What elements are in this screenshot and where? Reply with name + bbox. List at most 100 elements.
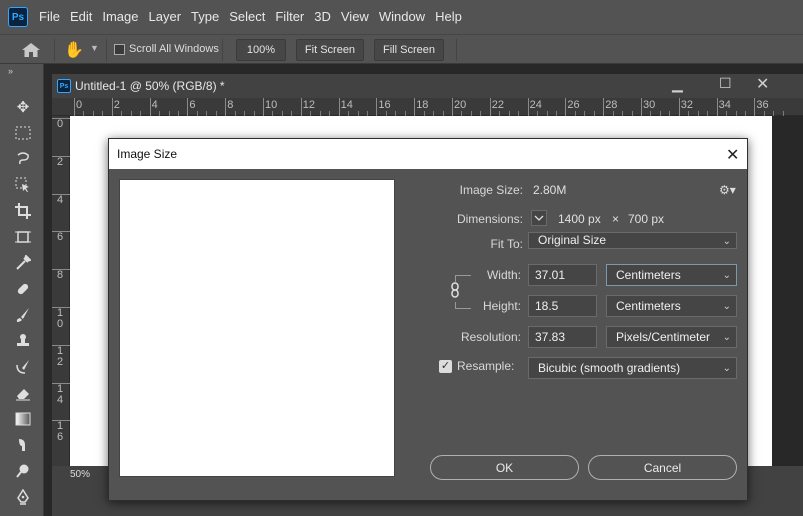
minimize-icon[interactable]: ▁ [672,76,683,93]
chevron-down-icon: ⌄ [722,236,731,247]
resolution-unit-value: Pixels/Centimeter [616,330,711,344]
ruler-tick [149,98,151,116]
ok-button[interactable]: OK [430,455,579,480]
history-brush-tool-icon[interactable] [14,358,32,376]
eraser-tool-icon[interactable] [14,384,32,402]
frame-tool-icon[interactable] [14,228,32,246]
cancel-button[interactable]: Cancel [588,455,737,480]
ruler-tick [452,98,453,116]
dimensions-times: × [612,212,620,226]
healing-brush-tool-icon[interactable] [14,280,32,298]
ruler-tick [527,98,529,116]
object-select-tool-icon[interactable] [14,176,32,194]
ruler-tick [111,98,113,116]
ruler-tick-label: 8 [57,269,64,282]
menu-type[interactable]: Type [186,0,224,34]
options-separator [456,39,457,61]
menu-image[interactable]: Image [97,0,143,34]
gear-icon[interactable]: ⚙▾ [719,183,736,197]
clone-stamp-tool-icon[interactable] [14,332,32,350]
image-preview[interactable] [119,179,395,477]
close-document-icon[interactable]: ✕ [756,74,769,94]
dimensions-height: 700 px [628,212,665,226]
ruler-tick [300,98,302,116]
ruler-tick [754,98,756,116]
menu-layer[interactable]: Layer [144,0,187,34]
width-label: Width: [486,268,521,282]
menu-view[interactable]: View [336,0,374,34]
ruler-tick-label: 20 [454,99,467,111]
smudge-tool-icon[interactable] [14,436,32,454]
brush-tool-icon[interactable] [14,306,32,324]
height-unit-value: Centimeters [616,299,681,313]
marquee-tool-icon[interactable] [14,124,32,142]
fit-to-select[interactable]: Original Size ⌄ [528,232,737,249]
ruler-tick [716,98,718,116]
document-ps-icon: Ps [57,79,71,93]
home-icon[interactable] [22,43,40,57]
menu-filter[interactable]: Filter [270,0,309,34]
scroll-all-windows-checkbox[interactable] [114,44,125,55]
options-bar: ✋ ▼ Scroll All Windows 100% Fit Screen F… [0,34,803,64]
resample-method-value: Bicubic (smooth gradients) [538,361,681,375]
ruler-tick-label: 1 4 [57,382,64,406]
ruler-tick-label: 16 [378,99,391,111]
eyedropper-tool-icon[interactable] [14,254,32,272]
zoom-100-button[interactable]: 100% [236,39,286,61]
width-input[interactable]: 37.01 [528,264,597,286]
constrain-proportions-link-icon[interactable] [449,282,461,300]
pen-tool-icon[interactable] [14,488,32,506]
dimensions-unit-toggle[interactable] [531,210,547,226]
height-input[interactable]: 18.5 [528,295,597,317]
collapse-panel-icon[interactable]: » [8,66,13,76]
menu-select[interactable]: Select [224,0,270,34]
image-size-value: 2.80M [533,183,567,197]
lasso-tool-icon[interactable] [14,150,32,168]
ruler-tick-label: 14 [340,99,353,111]
chevron-down-icon[interactable]: ▼ [90,43,99,53]
fit-to-label: Fit To: [490,237,523,251]
ruler-tick [414,98,416,116]
ruler-tick [641,98,642,116]
menu-help[interactable]: Help [430,0,467,34]
ruler-tick-label: 2 [113,99,120,111]
resample-checkbox[interactable]: ✓ [439,360,452,373]
close-icon[interactable]: ✕ [726,145,739,165]
ruler-tick [338,98,340,116]
dodge-tool-icon[interactable] [14,462,32,480]
ruler-tick [376,98,378,116]
ruler-tick-label: 1 2 [57,344,64,368]
options-separator [106,39,107,61]
document-tab[interactable]: Ps Untitled-1 @ 50% (RGB/8) * ▁ ☐ ✕ [52,74,803,98]
crop-tool-icon[interactable] [14,202,32,220]
ruler-tick [187,98,189,116]
fill-screen-button[interactable]: Fill Screen [374,39,444,61]
vertical-ruler: 0 2 4 6 8 1 0 1 2 1 4 1 6 [52,116,70,466]
menu-edit[interactable]: Edit [65,0,97,34]
resolution-unit-select[interactable]: Pixels/Centimeter ⌄ [606,326,737,348]
width-unit-value: Centimeters [616,268,681,282]
chevron-down-icon: ⌄ [722,332,731,343]
move-tool-icon[interactable]: ✥ [14,98,32,116]
ruler-tick-label: 6 [57,231,64,244]
dimensions-label: Dimensions: [456,212,523,226]
menu-file[interactable]: File [34,0,65,34]
image-size-label: Image Size: [459,183,523,197]
height-label: Height: [482,299,521,313]
zoom-level[interactable]: 50% [70,469,90,480]
resample-method-select[interactable]: Bicubic (smooth gradients) ⌄ [528,357,737,379]
ruler-tick-label: 12 [302,99,316,111]
hand-tool-icon[interactable]: ✋ [64,40,84,60]
menu-window[interactable]: Window [374,0,430,34]
ruler-tick [678,98,680,116]
menu-3d[interactable]: 3D [309,0,336,34]
options-separator [54,39,55,61]
height-unit-select[interactable]: Centimeters ⌄ [606,295,737,317]
maximize-icon[interactable]: ☐ [719,75,732,92]
ruler-tick-label: 18 [416,99,429,111]
ruler-tick [603,98,605,116]
resolution-input[interactable]: 37.83 [528,326,597,348]
width-unit-select[interactable]: Centimeters ⌄ [606,264,737,286]
fit-screen-button[interactable]: Fit Screen [296,39,364,61]
gradient-tool-icon[interactable] [14,410,32,428]
